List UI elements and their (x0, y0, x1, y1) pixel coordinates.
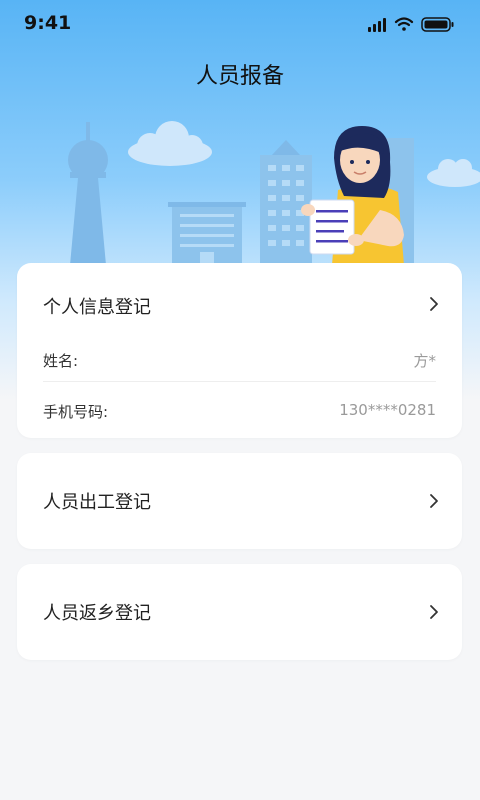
phone-value: 130****0281 (339, 401, 436, 419)
name-value: 方* (413, 352, 436, 370)
status-bar: 9:41 (0, 0, 480, 48)
page-title: 人员报备 (195, 64, 284, 89)
building-icon (260, 140, 312, 265)
signal-icon (368, 18, 386, 32)
document-icon (309, 199, 355, 255)
divider (43, 381, 436, 382)
battery-icon (421, 17, 454, 32)
work-registration-label: 人员出工登记 (43, 492, 151, 513)
name-label: 姓名: (43, 352, 79, 370)
status-time: 9:41 (24, 12, 72, 34)
header-illustration (68, 121, 480, 265)
status-icons (368, 17, 454, 32)
return-home-registration-card[interactable]: 人员返乡登记 (17, 564, 462, 660)
wifi-icon (394, 17, 414, 31)
chevron-right-icon[interactable] (426, 296, 442, 312)
tower-icon (68, 122, 108, 265)
phone-label: 手机号码: (43, 403, 109, 421)
personal-info-title[interactable]: 个人信息登记 (43, 293, 151, 319)
return-home-registration-label: 人员返乡登记 (43, 603, 151, 624)
cloud-icon (427, 159, 480, 187)
chevron-right-icon (430, 494, 438, 508)
woman-with-document-icon (301, 126, 404, 265)
building-icon (168, 202, 246, 265)
chevron-right-icon (430, 605, 438, 619)
personal-info-card: 个人信息登记 姓名: 方* 手机号码: 130****0281 (17, 263, 462, 438)
cloud-icon (128, 121, 212, 166)
work-registration-card[interactable]: 人员出工登记 (17, 453, 462, 549)
